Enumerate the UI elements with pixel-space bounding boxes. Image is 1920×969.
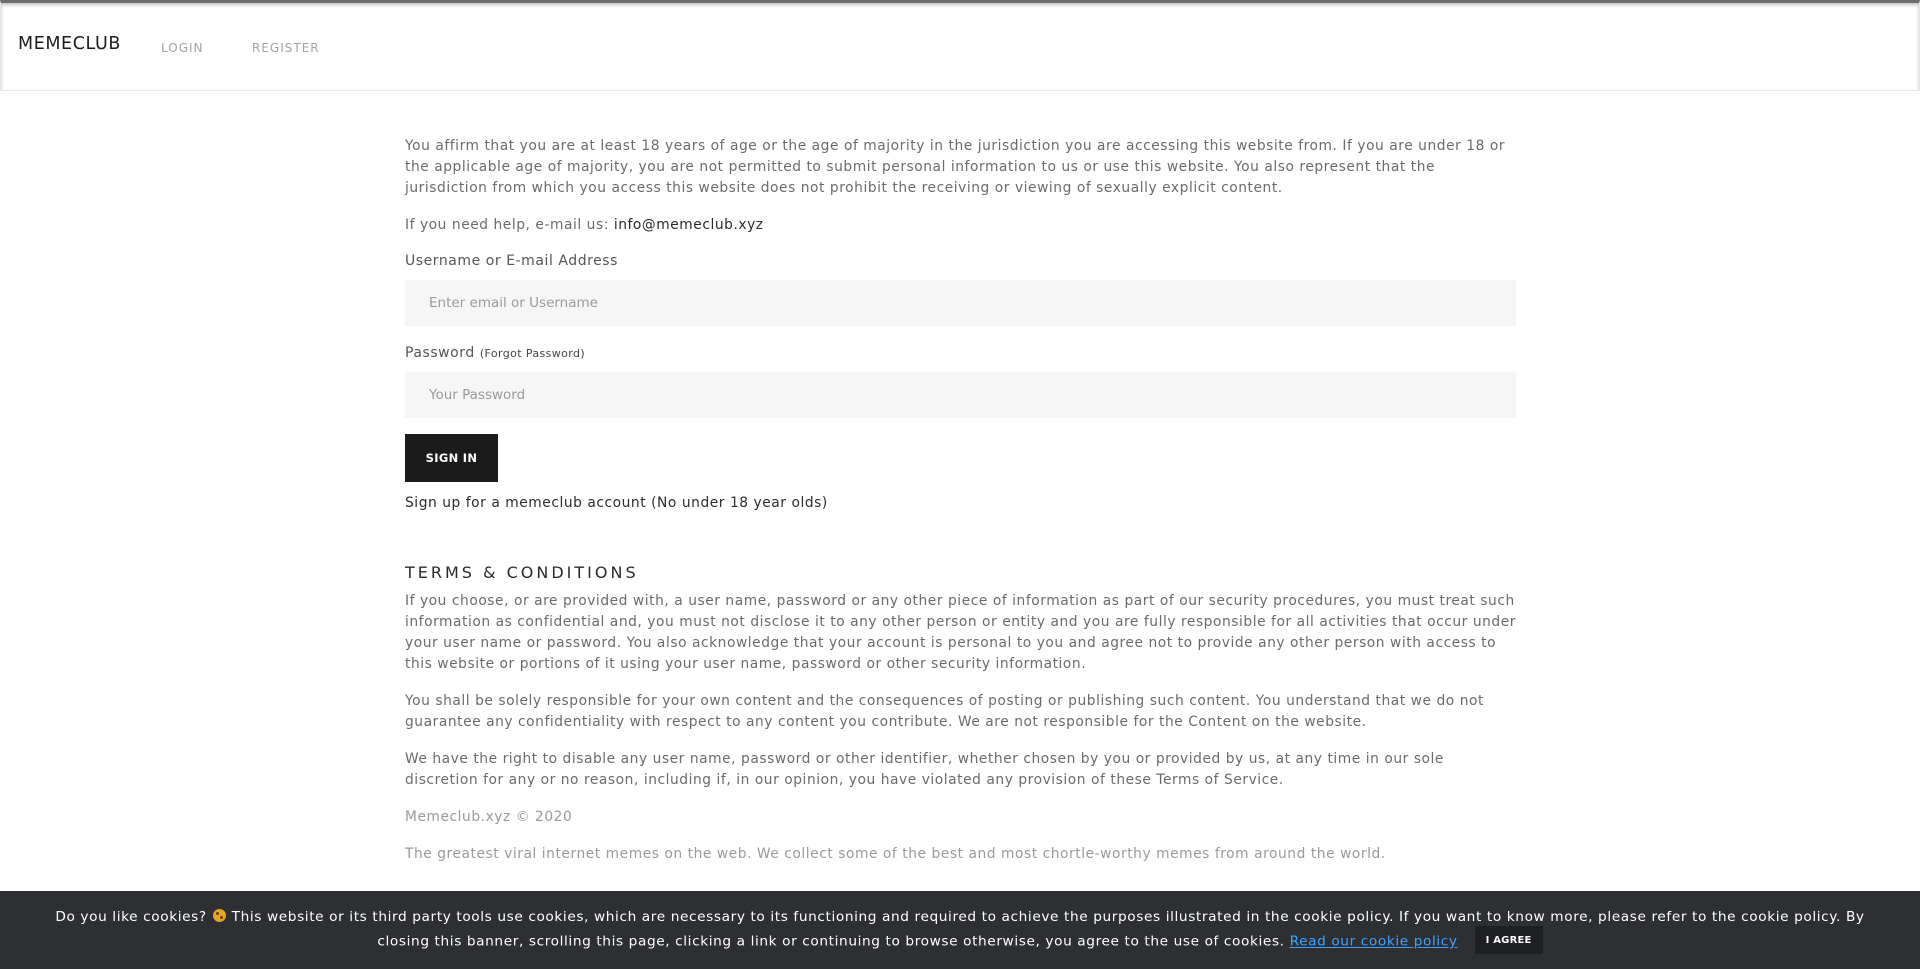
top-navbar: MEMECLUB LOGIN REGISTER [0, 0, 1920, 91]
help-line: If you need help, e-mail us: info@memecl… [405, 215, 1516, 236]
terms-paragraph: You shall be solely responsible for your… [405, 693, 1484, 730]
sign-in-button[interactable]: SIGN IN [405, 434, 498, 482]
password-input[interactable] [405, 372, 1516, 418]
cookie-policy-link[interactable]: Read our cookie policy [1290, 934, 1458, 950]
cookie-banner: Do you like cookies? This website or its… [0, 891, 1920, 969]
cookie-description: This website or its third party tools us… [231, 909, 1865, 950]
login-form: Username or E-mail Address Password (For… [405, 252, 1516, 482]
copyright-text: Memeclub.xyz © 2020 [405, 809, 573, 825]
cookie-message: Do you like cookies? This website or its… [28, 905, 1892, 954]
cookie-question: Do you like cookies? [55, 909, 207, 925]
site-tagline: The greatest viral internet memes on the… [405, 846, 1386, 862]
help-email-link[interactable]: info@memeclub.xyz [614, 217, 764, 233]
age-notice: You affirm that you are at least 18 year… [405, 138, 1506, 196]
login-content: You affirm that you are at least 18 year… [405, 136, 1516, 865]
terms-paragraph: If you choose, or are provided with, a u… [405, 593, 1516, 672]
nav-register-link[interactable]: REGISTER [252, 41, 320, 55]
password-label-row: Password (Forgot Password) [405, 344, 1516, 363]
password-label: Password [405, 345, 475, 361]
cookie-emoji-icon [212, 909, 226, 922]
forgot-password-link[interactable]: (Forgot Password) [480, 347, 585, 360]
terms-paragraph: We have the right to disable any user na… [405, 751, 1444, 788]
help-prefix: If you need help, e-mail us: [405, 217, 614, 233]
terms-heading: TERMS & CONDITIONS [405, 563, 639, 582]
cookie-agree-button[interactable]: I AGREE [1474, 926, 1543, 954]
nav-login-link[interactable]: LOGIN [161, 41, 204, 55]
username-input[interactable] [405, 280, 1516, 326]
site-logo[interactable]: MEMECLUB [18, 34, 121, 54]
username-label: Username or E-mail Address [405, 253, 618, 269]
signup-link[interactable]: Sign up for a memeclub account (No under… [405, 495, 828, 511]
